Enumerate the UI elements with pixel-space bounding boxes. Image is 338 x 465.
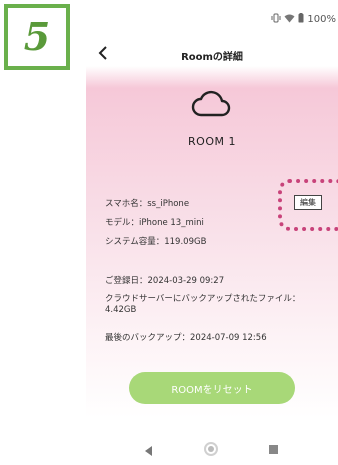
page-title: Roomの詳細 xyxy=(181,52,243,63)
app-header: Roomの詳細 xyxy=(86,36,338,76)
room-name: ROOM 1 xyxy=(188,135,236,148)
edit-button[interactable]: 編集 xyxy=(294,195,322,210)
cloud-icon xyxy=(191,90,231,117)
phone-screen: 100% Roomの詳細 ROOM 1 スマホ名：ss_iPhone モデル：i… xyxy=(86,8,338,465)
nav-back-icon[interactable] xyxy=(145,446,152,456)
nav-recent-icon[interactable] xyxy=(269,445,278,454)
system-capacity: システム容量：119.09GB xyxy=(105,237,207,247)
step-badge: 5 xyxy=(4,4,70,70)
battery-percent: 100% xyxy=(307,13,336,25)
vibrate-icon xyxy=(271,13,281,26)
step-number: 5 xyxy=(23,14,51,59)
device-model: モデル：iPhone 13_mini xyxy=(105,218,204,228)
registered-date: ご登録日：2024-03-29 09:27 xyxy=(105,276,225,286)
nav-home-icon[interactable] xyxy=(204,442,218,456)
battery-icon xyxy=(298,12,304,26)
status-bar: 100% xyxy=(271,8,338,30)
backup-files-size: クラウドサーバーにバックアップされたファイル：4.42GB xyxy=(105,294,301,315)
smartphone-name: スマホ名：ss_iPhone xyxy=(105,199,190,209)
reset-room-button[interactable]: ROOMをリセット xyxy=(129,372,295,404)
last-backup: 最後のバックアップ：2024-07-09 12:56 xyxy=(105,333,267,343)
navigation-bar xyxy=(86,440,338,464)
wifi-icon xyxy=(284,13,295,26)
